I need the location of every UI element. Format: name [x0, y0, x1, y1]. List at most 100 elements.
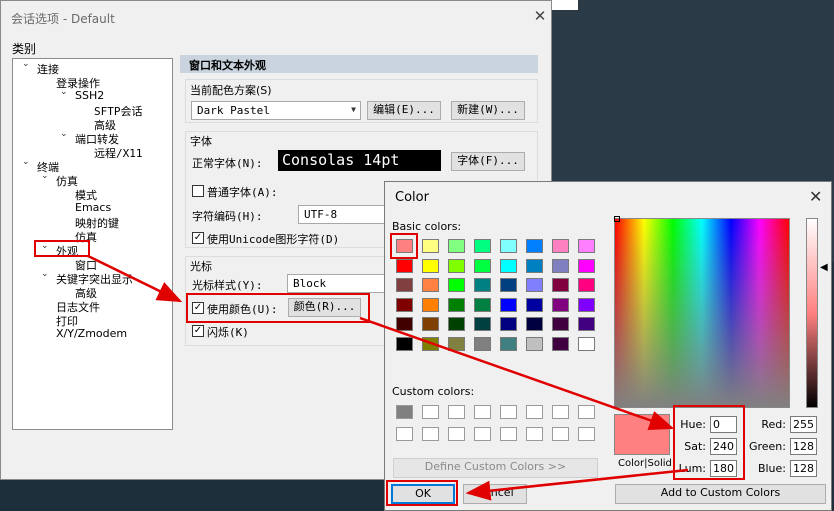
green-input[interactable]: 128: [790, 438, 817, 455]
basic-color-swatch[interactable]: [448, 297, 465, 312]
basic-color-swatch[interactable]: [396, 278, 413, 292]
custom-color-swatch[interactable]: [552, 405, 569, 419]
basic-color-swatch[interactable]: [500, 258, 517, 273]
basic-color-swatch[interactable]: [448, 239, 465, 253]
basic-color-swatch[interactable]: [500, 317, 517, 331]
tree-item[interactable]: Emacs: [75, 201, 111, 214]
basic-color-swatch[interactable]: [552, 239, 569, 253]
close-icon[interactable]: ✕: [531, 7, 549, 25]
basic-color-swatch[interactable]: [526, 317, 543, 331]
custom-color-swatch[interactable]: [578, 405, 595, 419]
scheme-select[interactable]: Dark Pastel ▼: [191, 101, 361, 120]
basic-color-swatch[interactable]: [474, 336, 491, 351]
basic-color-swatch[interactable]: [448, 317, 465, 331]
add-to-custom-colors-button[interactable]: Add to Custom Colors: [615, 484, 826, 504]
basic-color-swatch[interactable]: [500, 239, 517, 253]
basic-color-swatch[interactable]: [396, 297, 413, 312]
basic-color-swatch[interactable]: [422, 239, 439, 253]
basic-color-swatch[interactable]: [448, 336, 465, 351]
basic-color-swatch[interactable]: [578, 317, 595, 331]
tree-item[interactable]: 远程/X11: [94, 145, 143, 161]
custom-color-swatch[interactable]: [526, 427, 543, 441]
encoding-select[interactable]: UTF-8: [298, 205, 386, 224]
basic-color-swatch[interactable]: [526, 278, 543, 292]
basic-color-swatch[interactable]: [526, 297, 543, 312]
basic-color-swatch[interactable]: [500, 278, 517, 292]
chevron-down-icon[interactable]: ⌄: [22, 59, 30, 69]
edit-scheme-button[interactable]: 编辑(E)...: [367, 101, 441, 120]
blue-input[interactable]: 128: [790, 460, 817, 477]
cursor-style-select[interactable]: Block: [287, 274, 385, 293]
basic-color-swatch[interactable]: [552, 317, 569, 331]
font-preview: Consolas 14pt: [278, 150, 441, 171]
basic-color-swatch[interactable]: [578, 239, 595, 253]
basic-color-swatch[interactable]: [578, 297, 595, 312]
basic-color-swatch[interactable]: [396, 317, 413, 331]
basic-color-swatch[interactable]: [526, 239, 543, 253]
basic-color-swatch[interactable]: [552, 278, 569, 292]
cursor-style-label: 光标样式(Y):: [192, 279, 263, 292]
basic-color-swatch[interactable]: [422, 278, 439, 292]
basic-color-swatch[interactable]: [552, 258, 569, 273]
basic-color-swatch[interactable]: [474, 278, 491, 292]
basic-colors-label: Basic colors:: [392, 220, 462, 233]
chevron-down-icon: ▼: [351, 105, 356, 114]
new-scheme-button[interactable]: 新建(W)...: [451, 101, 525, 120]
chevron-down-icon[interactable]: ⌄: [60, 129, 68, 139]
unicode-checkbox[interactable]: ✓: [192, 232, 204, 244]
encoding-value: UTF-8: [304, 208, 338, 221]
cancel-button[interactable]: Cancel: [463, 484, 527, 504]
custom-color-swatch[interactable]: [474, 427, 491, 441]
font-button[interactable]: 字体(F)...: [451, 152, 525, 171]
basic-color-swatch[interactable]: [526, 336, 543, 351]
tree-item[interactable]: SSH2: [75, 89, 104, 102]
custom-color-swatch[interactable]: [396, 427, 413, 441]
custom-color-swatch[interactable]: [500, 405, 517, 419]
custom-color-swatch[interactable]: [448, 405, 465, 419]
basic-color-swatch[interactable]: [500, 336, 517, 351]
custom-color-swatch[interactable]: [396, 405, 413, 419]
chevron-down-icon[interactable]: ⌄: [41, 171, 49, 181]
normal-font-label: 正常字体(N):: [192, 157, 263, 170]
custom-color-swatch[interactable]: [500, 427, 517, 441]
color-preview: [614, 414, 670, 455]
basic-color-swatch[interactable]: [422, 336, 439, 351]
chevron-down-icon[interactable]: ⌄: [60, 87, 68, 97]
luminosity-slider[interactable]: [806, 218, 818, 408]
basic-color-swatch[interactable]: [500, 297, 517, 312]
custom-color-swatch[interactable]: [578, 427, 595, 441]
red-input[interactable]: 255: [790, 416, 817, 433]
chevron-down-icon[interactable]: ⌄: [22, 157, 30, 167]
basic-color-swatch[interactable]: [552, 297, 569, 312]
basic-color-swatch[interactable]: [422, 317, 439, 331]
basic-color-swatch[interactable]: [474, 258, 491, 273]
close-icon[interactable]: ✕: [809, 187, 822, 206]
basic-color-swatch[interactable]: [474, 239, 491, 253]
basic-color-swatch[interactable]: [396, 258, 413, 273]
define-custom-colors-button[interactable]: Define Custom Colors >>: [393, 458, 598, 478]
blink-checkbox[interactable]: ✓: [192, 325, 204, 337]
basic-color-swatch[interactable]: [448, 258, 465, 273]
custom-color-swatch[interactable]: [526, 405, 543, 419]
basic-color-swatch[interactable]: [422, 297, 439, 312]
basic-color-swatch[interactable]: [526, 258, 543, 273]
custom-color-swatch[interactable]: [552, 427, 569, 441]
narrow-font-checkbox[interactable]: [192, 185, 204, 197]
color-spectrum[interactable]: [614, 218, 790, 408]
custom-color-swatch[interactable]: [422, 405, 439, 419]
basic-color-swatch[interactable]: [422, 258, 439, 273]
basic-color-swatch[interactable]: [474, 297, 491, 312]
tree-item[interactable]: X/Y/Zmodem: [56, 327, 127, 340]
basic-color-swatch[interactable]: [578, 258, 595, 273]
chevron-down-icon[interactable]: ⌄: [41, 269, 49, 279]
slider-arrow-icon[interactable]: ◀: [820, 262, 828, 273]
basic-color-swatch[interactable]: [474, 317, 491, 331]
custom-color-swatch[interactable]: [422, 427, 439, 441]
basic-color-swatch[interactable]: [578, 336, 595, 351]
basic-color-swatch[interactable]: [396, 336, 413, 351]
custom-color-swatch[interactable]: [448, 427, 465, 441]
basic-color-swatch[interactable]: [552, 336, 569, 351]
custom-color-swatch[interactable]: [474, 405, 491, 419]
basic-color-swatch[interactable]: [448, 278, 465, 292]
basic-color-swatch[interactable]: [578, 278, 595, 292]
